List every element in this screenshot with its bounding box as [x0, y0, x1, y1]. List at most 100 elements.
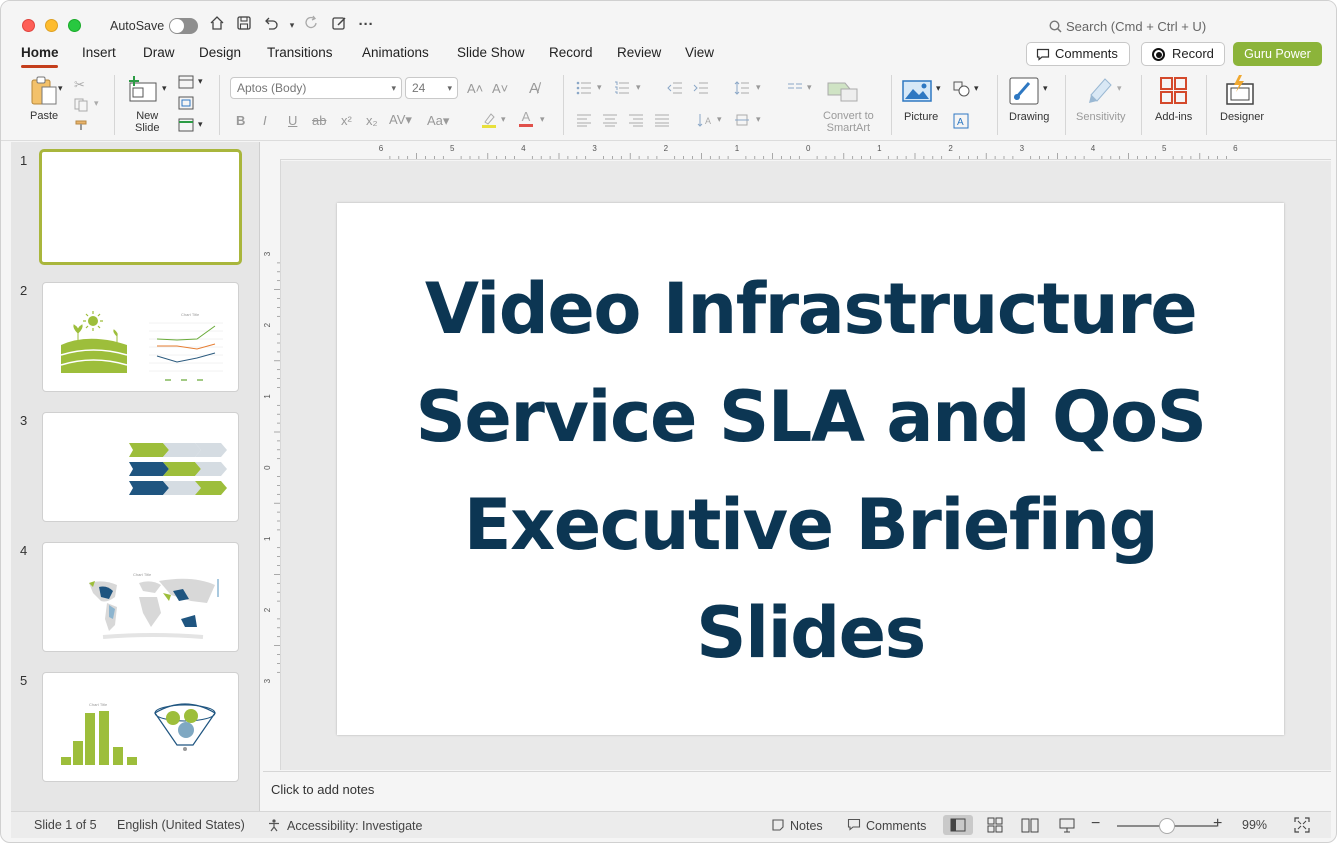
- section-icon[interactable]: [178, 118, 194, 135]
- reset-slide-icon[interactable]: [178, 96, 194, 113]
- maximize-window-button[interactable]: [68, 19, 81, 32]
- paste-dropdown-icon[interactable]: ▾: [58, 83, 63, 94]
- font-size-select[interactable]: 24 ▾: [405, 77, 458, 99]
- bullets-icon[interactable]: [576, 81, 592, 98]
- undo-dropdown-icon[interactable]: ▾: [282, 15, 302, 35]
- numbering-dropdown-icon[interactable]: ▾: [636, 82, 641, 93]
- notes-pane[interactable]: Click to add notes: [263, 771, 1331, 811]
- reading-view-button[interactable]: [1015, 815, 1045, 835]
- line-spacing-dropdown-icon[interactable]: ▾: [756, 82, 761, 93]
- strikethrough-icon[interactable]: ab: [312, 113, 326, 128]
- align-left-icon[interactable]: [576, 113, 592, 130]
- layout-icon[interactable]: [178, 75, 194, 92]
- font-name-select[interactable]: Aptos (Body) ▾: [230, 77, 402, 99]
- shapes-icon[interactable]: [953, 81, 971, 100]
- normal-view-button[interactable]: [943, 815, 973, 835]
- increase-indent-icon[interactable]: [693, 81, 709, 98]
- clear-formatting-icon[interactable]: A̸: [529, 80, 539, 97]
- decrease-font-icon[interactable]: A˅: [492, 81, 508, 96]
- home-icon[interactable]: [207, 15, 227, 35]
- character-spacing-icon[interactable]: AV▾: [389, 112, 412, 128]
- zoom-slider-knob[interactable]: [1159, 818, 1175, 834]
- italic-icon[interactable]: I: [263, 113, 267, 128]
- tab-insert[interactable]: Insert: [82, 45, 116, 60]
- highlight-dropdown-icon[interactable]: ▾: [501, 114, 506, 125]
- increase-font-icon[interactable]: A˄: [467, 81, 483, 96]
- align-text-dropdown-icon[interactable]: ▾: [756, 114, 761, 125]
- text-direction-icon[interactable]: A: [697, 112, 713, 131]
- comments-button[interactable]: Comments: [1026, 42, 1130, 66]
- tab-draw[interactable]: Draw: [143, 45, 175, 60]
- guru-power-button[interactable]: Guru Power: [1233, 42, 1322, 66]
- cut-icon[interactable]: ✂: [74, 77, 85, 93]
- align-right-icon[interactable]: [628, 113, 644, 130]
- notes-toggle[interactable]: Notes: [771, 818, 823, 833]
- sensitivity-icon[interactable]: [1087, 75, 1115, 108]
- section-dropdown-icon[interactable]: ▾: [198, 119, 203, 130]
- minimize-window-button[interactable]: [45, 19, 58, 32]
- language-status[interactable]: English (United States): [117, 818, 245, 832]
- slide-thumbnail-5[interactable]: Chart Title: [42, 672, 239, 782]
- tab-home[interactable]: Home: [21, 45, 59, 60]
- font-color-icon[interactable]: A: [519, 110, 533, 127]
- layout-dropdown-icon[interactable]: ▾: [198, 76, 203, 87]
- slide-sorter-button[interactable]: [980, 815, 1010, 835]
- shapes-dropdown-icon[interactable]: ▾: [974, 83, 979, 94]
- slide-thumbnail-2[interactable]: Chart Title: [42, 282, 239, 392]
- zoom-level[interactable]: 99%: [1242, 818, 1267, 832]
- close-window-button[interactable]: [22, 19, 35, 32]
- search-box[interactable]: Search (Cmd + Ctrl + U): [1049, 19, 1206, 34]
- superscript-icon[interactable]: x²: [341, 113, 352, 128]
- undo-icon[interactable]: [261, 15, 281, 35]
- picture-dropdown-icon[interactable]: ▾: [936, 83, 941, 94]
- tab-animations[interactable]: Animations: [362, 45, 429, 60]
- text-direction-dropdown-icon[interactable]: ▾: [717, 114, 722, 125]
- bold-icon[interactable]: B: [236, 113, 245, 128]
- tab-record[interactable]: Record: [549, 45, 593, 60]
- columns-dropdown-icon[interactable]: ▾: [807, 82, 812, 93]
- tab-slide-show[interactable]: Slide Show: [457, 45, 525, 60]
- underline-icon[interactable]: U: [288, 113, 297, 128]
- fit-to-window-button[interactable]: [1294, 817, 1310, 836]
- record-button[interactable]: Record: [1141, 42, 1225, 66]
- edit-icon[interactable]: [329, 15, 349, 35]
- line-spacing-icon[interactable]: [734, 81, 750, 98]
- more-icon[interactable]: ···: [356, 15, 376, 35]
- justify-icon[interactable]: [654, 113, 670, 130]
- slide-show-button[interactable]: [1052, 815, 1082, 835]
- tab-view[interactable]: View: [685, 45, 714, 60]
- font-color-dropdown-icon[interactable]: ▾: [540, 114, 545, 125]
- copy-dropdown-icon[interactable]: ▾: [94, 98, 99, 109]
- slide-thumbnail-3[interactable]: [42, 412, 239, 522]
- subscript-icon[interactable]: x₂: [366, 113, 378, 128]
- drawing-icon[interactable]: [1009, 77, 1039, 108]
- zoom-out-button[interactable]: −: [1091, 815, 1100, 833]
- comments-toggle[interactable]: Comments: [847, 818, 926, 833]
- designer-icon[interactable]: [1225, 74, 1257, 109]
- smartart-icon[interactable]: [827, 79, 859, 106]
- slide-title[interactable]: Video Infrastructure Service SLA and QoS…: [377, 255, 1244, 687]
- copy-icon[interactable]: [74, 98, 90, 115]
- new-slide-dropdown-icon[interactable]: ▾: [162, 83, 167, 94]
- align-text-icon[interactable]: [734, 112, 750, 131]
- picture-icon[interactable]: [902, 79, 932, 106]
- zoom-in-button[interactable]: +: [1213, 815, 1222, 833]
- current-slide[interactable]: Video Infrastructure Service SLA and QoS…: [337, 203, 1284, 735]
- tab-transitions[interactable]: Transitions: [267, 45, 333, 60]
- accessibility-status[interactable]: Accessibility: Investigate: [268, 818, 422, 833]
- highlight-icon[interactable]: [481, 111, 497, 132]
- autosave-toggle[interactable]: [169, 18, 198, 34]
- text-box-icon[interactable]: A: [953, 113, 969, 132]
- slide-thumbnail-4[interactable]: Chart Title: [42, 542, 239, 652]
- sensitivity-dropdown-icon[interactable]: ▾: [1117, 83, 1122, 94]
- numbering-icon[interactable]: [614, 81, 630, 98]
- align-center-icon[interactable]: [602, 113, 618, 130]
- change-case-icon[interactable]: Aa▾: [427, 113, 449, 129]
- tab-review[interactable]: Review: [617, 45, 661, 60]
- format-painter-icon[interactable]: [74, 118, 90, 135]
- tab-design[interactable]: Design: [199, 45, 241, 60]
- drawing-dropdown-icon[interactable]: ▾: [1043, 83, 1048, 94]
- new-slide-icon[interactable]: [127, 75, 159, 106]
- bullets-dropdown-icon[interactable]: ▾: [597, 82, 602, 93]
- decrease-indent-icon[interactable]: [667, 81, 683, 98]
